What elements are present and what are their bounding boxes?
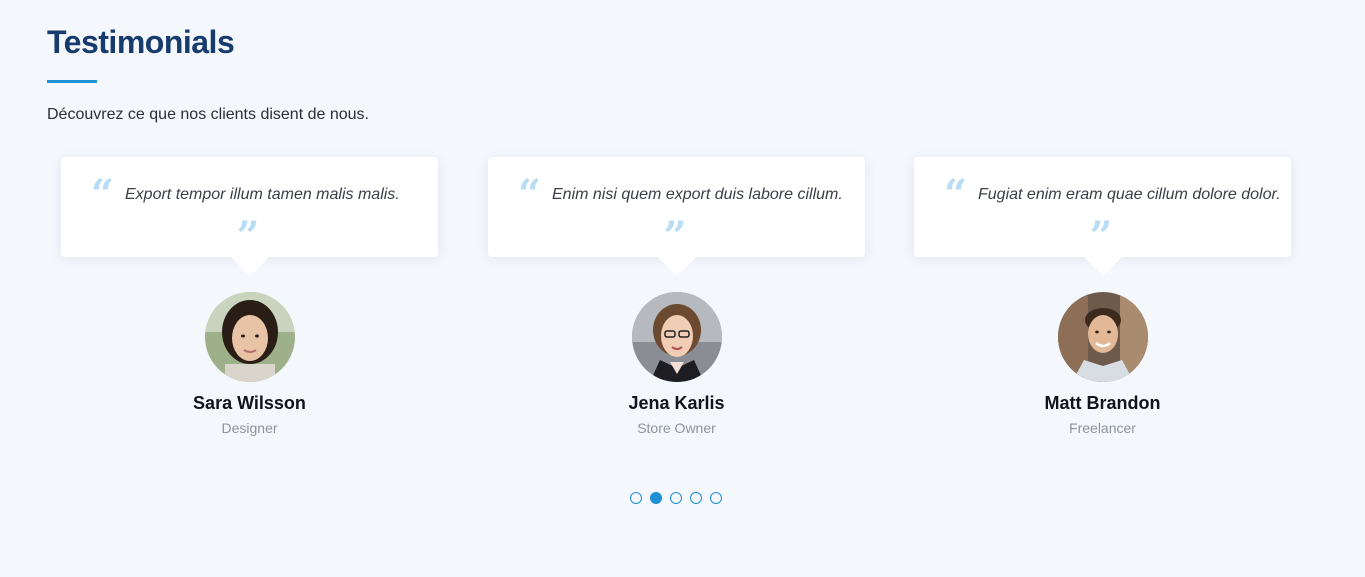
quote-open-icon: “ (518, 171, 542, 218)
testimonial-role: Freelancer (1069, 420, 1136, 436)
testimonial-name: Sara Wilsson (193, 393, 306, 413)
avatar (631, 292, 722, 382)
title-underline (47, 80, 97, 83)
quote-open-icon: “ (91, 171, 115, 218)
testimonial-quote: Fugiat enim eram quae cillum dolore dolo… (978, 186, 1281, 203)
section-title: Testimonials (47, 24, 235, 60)
quote-close-icon: ” (236, 213, 260, 260)
pagination-dot-1[interactable] (630, 492, 642, 504)
quote-bubble: “ Fugiat enim eram quae cillum dolore do… (914, 157, 1291, 276)
quote-close-icon: ” (663, 213, 687, 260)
testimonial-card: “ Fugiat enim eram quae cillum dolore do… (914, 157, 1291, 436)
testimonial-quote: Export tempor illum tamen malis malis. (125, 186, 400, 203)
carousel-pagination (630, 492, 722, 506)
testimonial-name: Jena Karlis (628, 393, 725, 413)
pagination-dot-3[interactable] (670, 492, 682, 504)
pagination-dot-4[interactable] (690, 492, 702, 504)
testimonial-name: Matt Brandon (1044, 393, 1161, 413)
pagination-dot-2[interactable] (650, 492, 662, 504)
testimonial-quote: Enim nisi quem export duis labore cillum… (552, 186, 843, 203)
testimonial-role: Store Owner (637, 420, 716, 436)
avatar (204, 292, 295, 382)
quote-bubble: “ Enim nisi quem export duis labore cill… (488, 157, 865, 276)
section-subtitle: Découvrez ce que nos clients disent de n… (47, 106, 369, 123)
quote-bubble: “ Export tempor illum tamen malis malis.… (61, 157, 438, 276)
quote-open-icon: “ (944, 171, 968, 218)
testimonial-role: Designer (221, 420, 278, 436)
testimonials-section: Testimonials Découvrez ce que nos client… (0, 0, 1365, 577)
pagination-dot-5[interactable] (710, 492, 722, 504)
avatar (1057, 292, 1148, 382)
testimonial-card: “ Export tempor illum tamen malis malis.… (61, 157, 438, 436)
quote-close-icon: ” (1089, 213, 1113, 260)
testimonial-card: “ Enim nisi quem export duis labore cill… (488, 157, 865, 436)
